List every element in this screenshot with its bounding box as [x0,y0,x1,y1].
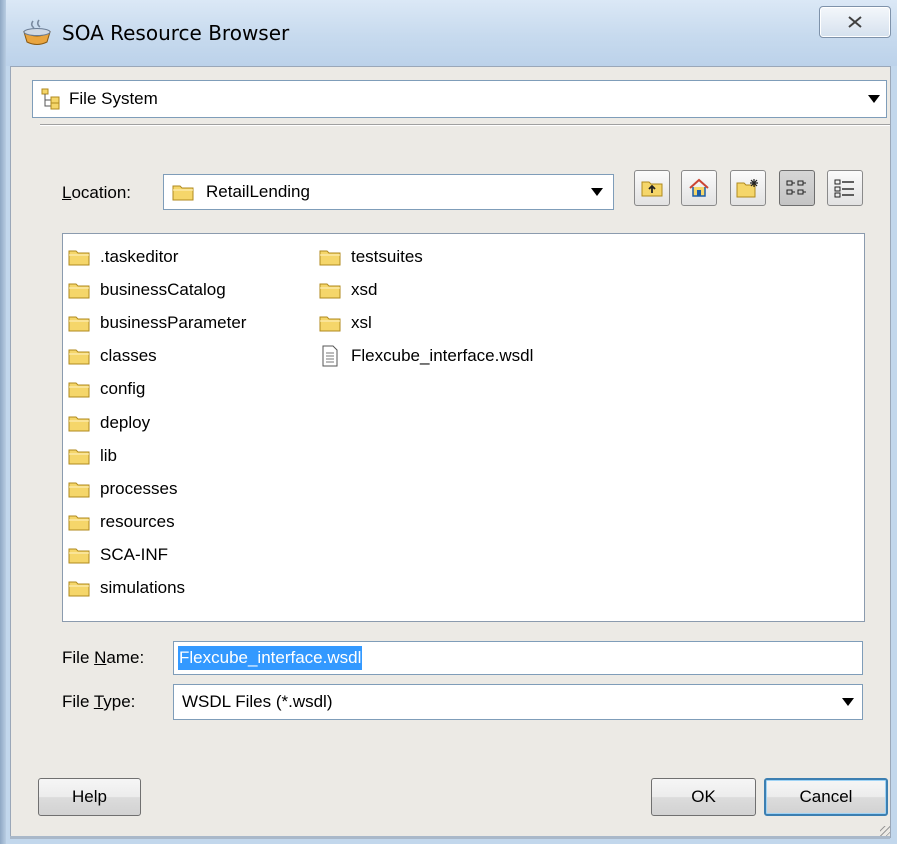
folder-icon [68,416,90,432]
file-list-item-label: businessCatalog [100,279,226,299]
file-list-item-label: xsl [351,312,372,332]
dialog-window: SOA Resource Browser File System Locatio… [0,0,897,844]
location-value: RetailLending [206,182,310,201]
folder-icon [68,449,90,465]
file-list-item-label: SCA-INF [100,545,168,565]
cancel-button[interactable]: Cancel [764,778,888,816]
window-bottom-border [10,836,890,839]
help-button[interactable]: Help [38,778,141,816]
close-button[interactable] [819,6,891,38]
file-list-item-folder[interactable]: classes [68,340,246,373]
home-button[interactable] [681,170,717,206]
file-list-item-label: deploy [100,412,151,432]
folder-icon [172,185,194,201]
home-icon [689,178,709,197]
chevron-down-icon [842,698,854,706]
folder-icon [319,283,341,299]
file-list-item-label: lib [100,445,118,465]
file-list-item-folder[interactable]: .taskeditor [68,240,246,273]
file-name-value: Flexcube_interface.wsdl [178,646,363,670]
folder-icon [68,283,90,299]
file-type-label: File Type: [62,692,136,711]
file-list-item-folder[interactable]: xsl [319,306,533,339]
document-icon [322,345,338,367]
file-list-item-label: processes [100,478,178,498]
list-view-icon [786,180,806,195]
file-list[interactable]: .taskeditor businessCatalog businessParame… [62,233,865,622]
list-view-button[interactable] [779,170,815,206]
folder-icon [68,548,90,564]
separator [40,124,890,126]
file-list-item-label: simulations [100,578,186,598]
file-system-tree-icon [41,88,60,110]
file-list-item-label: testsuites [351,246,423,266]
file-list-item-label: businessParameter [100,312,247,332]
ok-button[interactable]: OK [651,778,756,816]
file-list-item-folder[interactable]: processes [68,472,246,505]
new-folder-icon [736,179,758,198]
folder-icon [319,250,341,266]
file-list-item-folder[interactable]: deploy [68,406,246,439]
window-title: SOA Resource Browser [62,21,290,45]
file-list-item-folder[interactable]: resources [68,506,246,539]
file-list-item-folder[interactable]: lib [68,439,246,472]
location-dropdown[interactable]: RetailLending [163,174,614,210]
file-type-value: WSDL Files (*.wsdl) [182,692,333,711]
file-type-dropdown[interactable]: WSDL Files (*.wsdl) [173,684,863,720]
coffee-cup-icon [23,19,51,45]
file-list-item-label: .taskeditor [100,246,179,266]
resize-grip[interactable] [880,826,890,836]
file-list-item-label: Flexcube_interface.wsdl [351,346,534,366]
resource-type-value: File System [69,89,158,108]
resource-type-dropdown[interactable]: File System [32,80,887,118]
file-name-label: File Name: [62,648,145,667]
folder-icon [68,382,90,398]
folder-icon [319,316,341,332]
file-name-input[interactable]: Flexcube_interface.wsdl [173,641,863,675]
file-list-item-folder[interactable]: xsd [319,273,533,306]
file-list-column-1: .taskeditor businessCatalog businessParame… [68,240,246,605]
file-list-item-folder[interactable]: businessCatalog [68,273,246,306]
folder-icon [68,482,90,498]
file-list-item-folder[interactable]: businessParameter [68,306,246,339]
file-list-item-label: xsd [351,279,378,299]
folder-icon [68,349,90,365]
folder-icon [68,515,90,531]
file-list-item-label: resources [100,512,175,532]
close-icon [848,16,862,28]
file-list-item-label: classes [100,346,157,366]
new-folder-button[interactable] [730,170,766,206]
file-list-item-label: config [100,379,146,399]
folder-icon [68,316,90,332]
file-list-item-folder[interactable]: testsuites [319,240,533,273]
window-left-border [0,0,6,844]
up-folder-icon [641,181,663,197]
file-list-item-folder[interactable]: simulations [68,572,246,605]
file-list-item-file[interactable]: Flexcube_interface.wsdl [319,340,533,373]
folder-icon [68,581,90,597]
title-bar[interactable]: SOA Resource Browser [0,0,897,66]
file-list-item-folder[interactable]: config [68,373,246,406]
file-list-column-2: testsuites xsd xsl Flexcube_interface.wsdl [319,240,533,373]
location-label: Location: [62,183,132,202]
folder-icon [68,250,90,266]
chevron-down-icon [868,95,880,103]
chevron-down-icon [591,188,603,196]
details-view-icon [834,179,854,198]
up-one-level-button[interactable] [634,170,670,206]
file-list-item-folder[interactable]: SCA-INF [68,539,246,572]
details-view-button[interactable] [827,170,863,206]
